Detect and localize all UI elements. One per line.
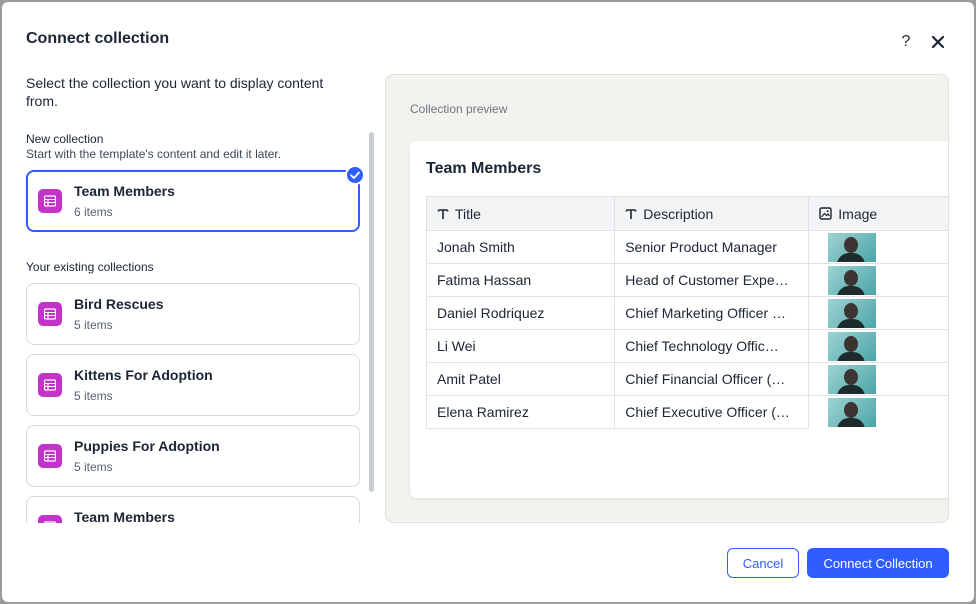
cell-description: Chief Marketing Officer … (614, 296, 810, 330)
cell-description: Chief Technology Offic… (614, 329, 810, 363)
table-header-row: Title Description Image (425, 196, 948, 231)
table-row: Daniel Rodriquez Chief Marketing Officer… (425, 296, 948, 330)
collection-list: New collection Start with the template's… (26, 132, 371, 523)
cell-title: Jonah Smith (425, 230, 616, 264)
close-button[interactable] (928, 32, 948, 52)
collection-list-scrollbar[interactable] (369, 132, 374, 492)
preview-collection-title: Team Members (426, 160, 542, 177)
collection-name: Team Members (74, 183, 175, 199)
checkmark-icon (350, 171, 360, 179)
collection-card-kittens-for-adoption[interactable]: Kittens For Adoption 5 items (26, 354, 360, 416)
table-row: Jonah Smith Senior Product Manager (425, 230, 948, 264)
table-row: Elena Ramirez Chief Executive Officer (… (425, 395, 948, 429)
cell-image (808, 395, 948, 429)
dialog-instructions: Select the collection you want to displa… (26, 75, 324, 109)
collection-item-count: 5 items (74, 389, 113, 403)
cell-image (808, 362, 948, 396)
text-field-icon (625, 208, 637, 219)
collection-item-count: 6 items (74, 205, 113, 219)
column-header-label: Image (838, 205, 878, 222)
new-collection-label: New collection (26, 132, 104, 146)
collection-name: Kittens For Adoption (74, 367, 213, 383)
cell-image (808, 329, 948, 363)
cancel-button[interactable]: Cancel (727, 548, 799, 578)
column-header-description: Description (614, 196, 810, 231)
collection-table-icon (38, 444, 62, 468)
cell-title: Li Wei (425, 329, 616, 363)
image-field-icon (819, 207, 832, 220)
text-field-icon (437, 208, 449, 219)
column-header-label: Title (455, 205, 481, 222)
member-photo (828, 397, 877, 427)
collection-name: Team Members (74, 509, 175, 523)
cell-title: Fatima Hassan (425, 263, 616, 297)
member-photo (828, 364, 877, 394)
cell-description: Chief Executive Officer (… (614, 395, 810, 429)
column-header-title: Title (425, 196, 616, 231)
column-header-label: Description (643, 205, 714, 222)
collection-preview-panel: Collection preview Team Members Title De… (385, 74, 949, 523)
cell-description: Chief Financial Officer (… (614, 362, 810, 396)
table-row: Amit Patel Chief Financial Officer (… (425, 362, 948, 396)
close-icon (931, 35, 945, 49)
connect-collection-dialog: Connect collection ? Select the collecti… (2, 2, 974, 602)
help-button[interactable]: ? (897, 32, 915, 52)
column-header-image: Image (808, 196, 948, 231)
collection-item-count: 5 items (74, 460, 113, 474)
cell-title: Daniel Rodriquez (425, 296, 616, 330)
table-row: Fatima Hassan Head of Customer Expe… (425, 263, 948, 297)
selected-check-badge (345, 165, 365, 185)
collection-table-icon (38, 515, 62, 523)
collection-card-team-members[interactable]: Team Members (26, 496, 360, 523)
collection-card-bird-rescues[interactable]: Bird Rescues 5 items (26, 283, 360, 345)
cell-image (808, 230, 948, 264)
member-photo (828, 265, 877, 295)
cell-title: Amit Patel (425, 362, 616, 396)
collection-table-icon (38, 189, 62, 213)
cell-image (808, 296, 948, 330)
cell-description: Head of Customer Expe… (614, 263, 810, 297)
dialog-title: Connect collection (26, 30, 170, 47)
collection-table-icon (38, 373, 62, 397)
member-photo (828, 298, 877, 328)
existing-collections-label: Your existing collections (26, 260, 154, 274)
new-collection-hint: Start with the template's content and ed… (26, 147, 282, 161)
preview-label: Collection preview (410, 102, 508, 116)
collection-name: Bird Rescues (74, 296, 164, 312)
member-photo (828, 232, 877, 262)
cell-description: Senior Product Manager (614, 230, 810, 264)
preview-table: Title Description Image Jonah Smith Seni… (425, 196, 948, 429)
collection-card-puppies-for-adoption[interactable]: Puppies For Adoption 5 items (26, 425, 360, 487)
cell-title: Elena Ramirez (425, 395, 616, 429)
member-photo (828, 331, 877, 361)
collection-name: Puppies For Adoption (74, 438, 220, 454)
connect-collection-button[interactable]: Connect Collection (807, 548, 949, 578)
cell-image (808, 263, 948, 297)
collection-table-icon (38, 302, 62, 326)
preview-card: Team Members Title Description Image Jon… (410, 141, 948, 498)
collection-item-count: 5 items (74, 318, 113, 332)
table-row: Li Wei Chief Technology Offic… (425, 329, 948, 363)
collection-card-new-team-members[interactable]: Team Members 6 items (26, 170, 360, 232)
